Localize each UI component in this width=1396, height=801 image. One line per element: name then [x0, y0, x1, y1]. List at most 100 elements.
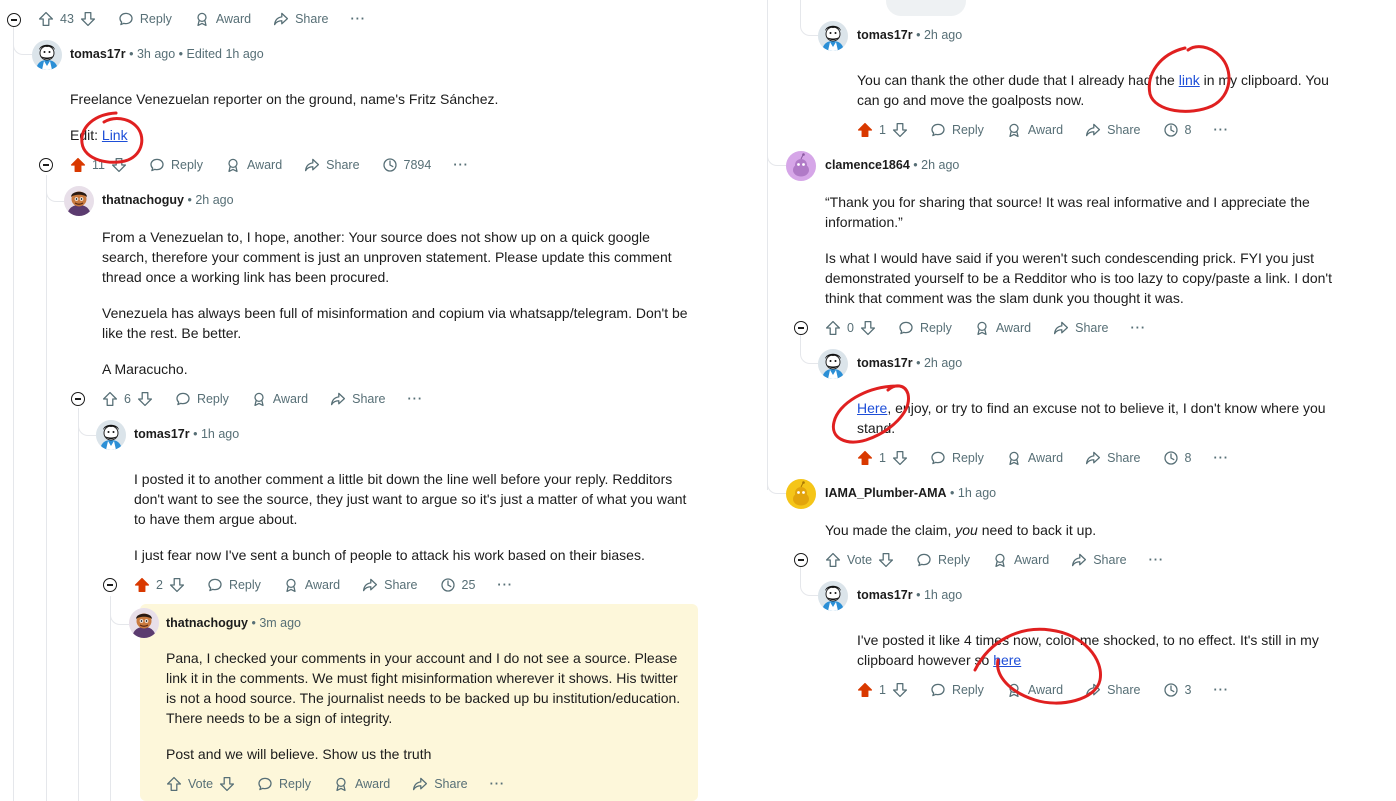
downvote-icon[interactable]	[892, 450, 908, 466]
avatar[interactable]	[32, 40, 62, 70]
award-button[interactable]: Award	[194, 11, 251, 27]
share-button[interactable]: Share	[273, 11, 328, 27]
upvote-icon[interactable]	[102, 391, 118, 407]
more-options-button[interactable]: ···	[1149, 553, 1165, 567]
source-link[interactable]: link	[1179, 72, 1200, 88]
downvote-icon[interactable]	[80, 11, 96, 27]
share-button[interactable]: Share	[1085, 450, 1141, 466]
username[interactable]: IAMA_Plumber-AMA	[825, 486, 947, 500]
upvote-icon[interactable]	[166, 776, 182, 792]
award-button[interactable]: Award	[333, 776, 390, 792]
downvote-icon[interactable]	[219, 776, 235, 792]
reply-button[interactable]: Reply	[930, 682, 984, 698]
downvote-icon[interactable]	[878, 552, 894, 568]
source-link[interactable]: Here	[857, 400, 887, 416]
upvote-icon[interactable]	[825, 552, 841, 568]
award-icon	[333, 776, 349, 792]
avatar[interactable]	[786, 151, 816, 181]
more-options-button[interactable]: ···	[408, 392, 424, 406]
award-button[interactable]: Award	[225, 157, 282, 173]
downvote-icon[interactable]	[892, 122, 908, 138]
more-options-button[interactable]: ···	[497, 578, 513, 592]
more-options-button[interactable]: ···	[1213, 451, 1229, 465]
share-button[interactable]: Share	[330, 391, 386, 407]
share-button[interactable]: Share	[412, 776, 468, 792]
username[interactable]: tomas17r	[857, 28, 913, 42]
username[interactable]: clamence1864	[825, 158, 910, 172]
collapse-button[interactable]	[103, 578, 117, 592]
award-button[interactable]: Award	[974, 320, 1031, 336]
upvote-icon[interactable]	[825, 320, 841, 336]
downvote-icon[interactable]	[892, 682, 908, 698]
username[interactable]: thatnachoguy	[166, 616, 248, 630]
avatar[interactable]	[818, 581, 848, 611]
reply-button[interactable]: Reply	[916, 552, 970, 568]
collapse-button[interactable]	[7, 13, 21, 27]
upvote-icon[interactable]	[857, 450, 873, 466]
avatar[interactable]	[818, 349, 848, 379]
downvote-icon[interactable]	[137, 391, 153, 407]
award-button[interactable]: Award	[1006, 682, 1063, 698]
more-options-button[interactable]: ···	[453, 158, 469, 172]
reply-icon	[916, 552, 932, 568]
reply-button[interactable]: Reply	[118, 11, 172, 27]
source-link[interactable]: here	[993, 652, 1021, 668]
more-options-button[interactable]: ···	[490, 777, 506, 791]
share-button[interactable]: Share	[1071, 552, 1127, 568]
collapse-button[interactable]	[794, 321, 808, 335]
reply-button[interactable]: Reply	[930, 450, 984, 466]
avatar[interactable]	[818, 21, 848, 51]
share-button[interactable]: Share	[1085, 682, 1141, 698]
upvote-icon[interactable]	[134, 577, 150, 593]
award-button[interactable]: Award	[1006, 450, 1063, 466]
more-options-button[interactable]: ···	[1131, 321, 1147, 335]
reply-button[interactable]: Reply	[149, 157, 203, 173]
username[interactable]: tomas17r	[857, 588, 913, 602]
avatar[interactable]	[96, 420, 126, 450]
reply-button[interactable]: Reply	[257, 776, 311, 792]
award-button[interactable]: Award	[992, 552, 1049, 568]
reply-button[interactable]: Reply	[898, 320, 952, 336]
share-button[interactable]: Share	[304, 157, 360, 173]
username[interactable]: thatnachoguy	[102, 193, 184, 207]
reply-button[interactable]: Reply	[175, 391, 229, 407]
more-options-button[interactable]: ···	[1213, 123, 1229, 137]
comment-paragraph: A Maracucho.	[102, 361, 188, 377]
share-label: Share	[434, 777, 468, 791]
award-button[interactable]: Award	[251, 391, 308, 407]
more-options-button[interactable]: ···	[1213, 683, 1229, 697]
source-link[interactable]: Link	[102, 127, 128, 143]
downvote-icon[interactable]	[111, 157, 127, 173]
share-button[interactable]: Share	[362, 577, 418, 593]
collapse-button[interactable]	[39, 158, 53, 172]
avatar[interactable]	[64, 186, 94, 216]
collapse-button[interactable]	[794, 553, 808, 567]
share-label: Share	[1107, 123, 1141, 137]
username[interactable]: tomas17r	[70, 47, 126, 61]
collapse-button[interactable]	[71, 392, 85, 406]
views-label: 25	[461, 578, 476, 592]
username[interactable]: tomas17r	[857, 356, 913, 370]
more-options-button[interactable]: ···	[350, 12, 366, 26]
username[interactable]: tomas17r	[134, 427, 190, 441]
downvote-icon[interactable]	[169, 577, 185, 593]
separator: •	[193, 427, 198, 441]
comment-body: I posted it to another comment a little …	[134, 469, 694, 581]
downvote-icon[interactable]	[860, 320, 876, 336]
avatar[interactable]	[129, 608, 159, 638]
share-button[interactable]: Share	[1085, 122, 1141, 138]
comment-meta: thatnachoguy • 2h ago	[102, 193, 234, 207]
comment-body: You made the claim, you need to back it …	[825, 520, 1345, 540]
award-button[interactable]: Award	[1006, 122, 1063, 138]
reply-button[interactable]: Reply	[930, 122, 984, 138]
award-button[interactable]: Award	[283, 577, 340, 593]
upvote-icon[interactable]	[70, 157, 86, 173]
upvote-icon[interactable]	[38, 11, 54, 27]
share-button[interactable]: Share	[1053, 320, 1109, 336]
reply-button-partial[interactable]	[886, 0, 966, 16]
upvote-icon[interactable]	[857, 682, 873, 698]
reply-button[interactable]: Reply	[207, 577, 261, 593]
upvote-icon[interactable]	[857, 122, 873, 138]
comment-body: “Thank you for sharing that source! It w…	[825, 192, 1350, 324]
avatar[interactable]	[786, 479, 816, 509]
